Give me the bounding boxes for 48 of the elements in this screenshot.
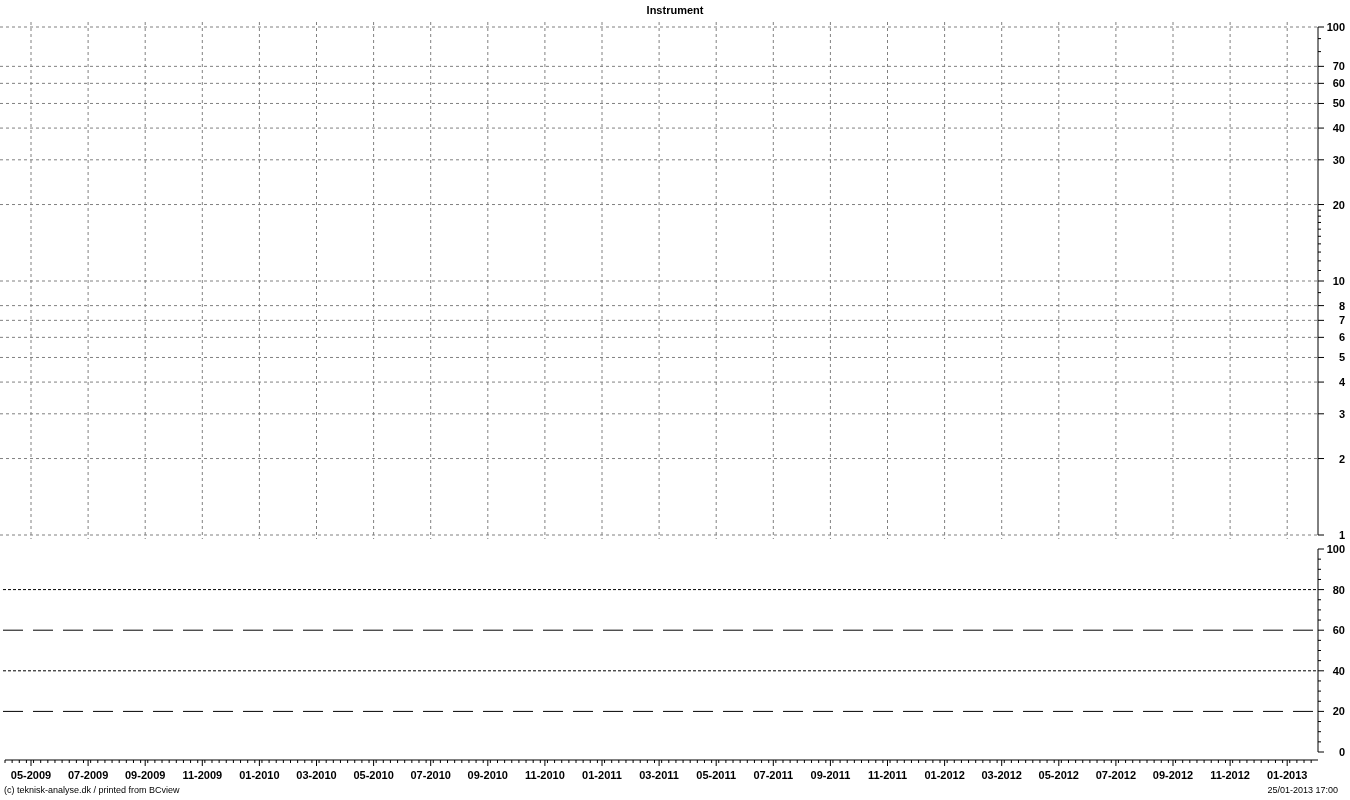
axis-label: 05-2012 [1038, 769, 1079, 781]
axis-label: 2 [1338, 452, 1345, 465]
axis-label: 07-2012 [1095, 769, 1137, 781]
axis-label: 07-2009 [67, 769, 109, 781]
axis-label: 100 [1326, 21, 1345, 33]
axis-label: 09-2009 [125, 769, 166, 781]
axis-label: 7 [1338, 314, 1345, 327]
axis-label: 01-2010 [239, 769, 280, 781]
axis-label: 11-2010 [525, 769, 565, 781]
axis-label: 3 [1338, 407, 1345, 420]
axis-label: 07-2010 [410, 769, 451, 781]
axis-label: 05-2011 [696, 769, 737, 781]
axis-label: 11-2012 [1210, 769, 1250, 781]
axis-label: 4 [1338, 376, 1345, 389]
axis-label: 30 [1332, 153, 1345, 166]
axis-label: 5 [1338, 351, 1345, 364]
axis-label: 10 [1332, 275, 1345, 287]
axis-label: 01-2011 [582, 769, 622, 781]
axis-label: 20 [1332, 198, 1345, 211]
axis-label: 1 [1338, 529, 1345, 540]
axis-label: 6 [1338, 331, 1345, 344]
axis-label: 8 [1338, 299, 1345, 312]
axis-label: 01-2012 [924, 769, 965, 781]
axis-label: 100 [1326, 543, 1345, 555]
axis-label: 70 [1332, 60, 1345, 73]
axis-label: 07-2011 [753, 769, 794, 781]
axis-label: 09-2011 [810, 769, 851, 781]
axis-label: 05-2010 [353, 769, 394, 781]
axis-label: 11-2011 [867, 769, 908, 781]
axis-label: 0 [1338, 746, 1345, 758]
axis-label: 60 [1332, 624, 1345, 637]
axis-label: 11-2009 [182, 769, 223, 781]
axis-label: 40 [1332, 664, 1345, 677]
axis-label: 50 [1332, 97, 1345, 110]
chart-title: Instrument [646, 2, 704, 18]
axis-label: 40 [1332, 122, 1345, 135]
axis-label: 80 [1332, 583, 1345, 596]
axis-label: 03-2010 [296, 769, 337, 781]
axis-label: 60 [1332, 77, 1345, 90]
copyright-text: (c) teknisk-analyse.dk / printed from BCview [4, 785, 180, 795]
axis-label: 01-2013 [1267, 769, 1308, 781]
axis-label: 09-2012 [1152, 769, 1194, 781]
axis-label: 20 [1332, 705, 1345, 718]
axis-label: 03-2011 [639, 769, 679, 781]
axis-label: 05-2009 [10, 769, 52, 781]
axis-label: 09-2010 [467, 769, 508, 781]
timestamp: 25/01-2013 17:00 [1267, 785, 1339, 795]
axis-label: 03-2012 [981, 769, 1022, 781]
